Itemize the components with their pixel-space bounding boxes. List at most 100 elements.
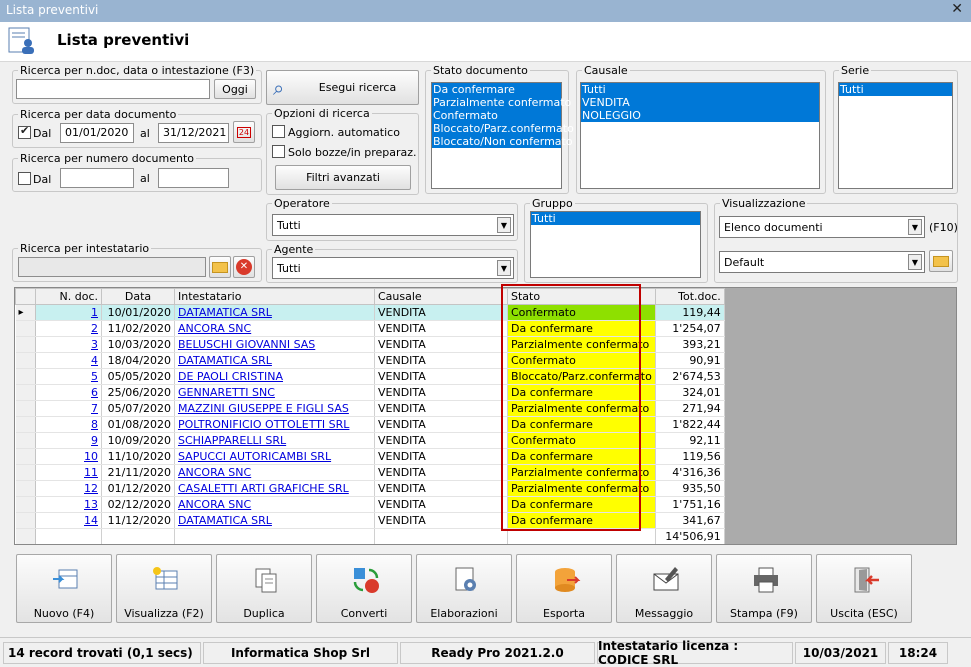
chevron-down-icon[interactable]: ▼	[497, 217, 511, 233]
table-row[interactable]: 11 21/11/2020 ANCORA SNC VENDITA Parzialment…	[15, 464, 725, 481]
table-row[interactable]: 3 10/03/2020 BELUSCHI GIOVANNI SAS VENDITA P…	[15, 336, 725, 353]
documents-grid[interactable]: N. doc. Data Intestatario Causale Stato …	[14, 287, 957, 545]
nuovo-button[interactable]: Nuovo (F4)	[16, 554, 112, 623]
row-selector[interactable]	[15, 320, 36, 337]
cell-ndoc[interactable]: 12	[35, 480, 102, 497]
cell-intestatario[interactable]: SAPUCCI AUTORICAMBI SRL	[174, 448, 375, 465]
gruppo-list[interactable]: Tutti	[530, 211, 701, 278]
operatore-select[interactable]: Tutti ▼	[272, 214, 514, 236]
cell-intestatario[interactable]: DATAMATICA SRL	[174, 352, 375, 369]
date-from-input[interactable]: 01/01/2020	[60, 123, 134, 143]
visualizza-button[interactable]: Visualizza (F2)	[116, 554, 212, 623]
table-row[interactable]: 2 11/02/2020 ANCORA SNC VENDITA Da confermar…	[15, 320, 725, 337]
esegui-ricerca-button[interactable]: ⌕ Esegui ricerca	[266, 70, 419, 105]
chevron-down-icon[interactable]: ▼	[497, 260, 511, 276]
table-row[interactable]: 14 11/12/2020 DATAMATICA SRL VENDITA Da conf…	[15, 512, 725, 529]
table-row[interactable]: 4 18/04/2020 DATAMATICA SRL VENDITA Conferma…	[15, 352, 725, 369]
cell-ndoc[interactable]: 10	[35, 448, 102, 465]
cell-ndoc[interactable]: 6	[35, 384, 102, 401]
filtri-avanzati-button[interactable]: Filtri avanzati	[275, 165, 411, 190]
stampa-button[interactable]: Stampa (F9)	[716, 554, 812, 623]
number-to-input[interactable]	[158, 168, 229, 188]
chevron-down-icon[interactable]: ▼	[908, 254, 922, 270]
cell-intestatario[interactable]: SCHIAPPARELLI SRL	[174, 432, 375, 449]
row-selector[interactable]	[15, 480, 36, 497]
converti-button[interactable]: Converti	[316, 554, 412, 623]
table-row[interactable]: 13 02/12/2020 ANCORA SNC VENDITA Da conferma…	[15, 496, 725, 513]
row-selector[interactable]	[15, 448, 36, 465]
table-row[interactable]: 9 10/09/2020 SCHIAPPARELLI SRL VENDITA Confe…	[15, 432, 725, 449]
intestatario-browse-button[interactable]	[209, 256, 231, 278]
list-item[interactable]: NOLEGGIO	[581, 109, 819, 122]
list-item[interactable]: Parzialmente confermato	[432, 96, 571, 109]
row-selector[interactable]	[15, 384, 36, 401]
list-item[interactable]: Tutti	[839, 83, 952, 96]
cell-intestatario[interactable]: MAZZINI GIUSEPPE E FIGLI SAS	[174, 400, 375, 417]
table-row[interactable]: 7 05/07/2020 MAZZINI GIUSEPPE E FIGLI SAS V…	[15, 400, 725, 417]
col-intestatario-header[interactable]: Intestatario	[174, 288, 375, 305]
oggi-button[interactable]: Oggi	[214, 79, 256, 99]
cell-intestatario[interactable]: ANCORA SNC	[174, 496, 375, 513]
list-item[interactable]: Confermato	[432, 109, 561, 122]
table-row[interactable]: 8 01/08/2020 POLTRONIFICIO OTTOLETTI SRL VE…	[15, 416, 725, 433]
row-selector[interactable]	[15, 336, 36, 353]
table-row[interactable]: 10 11/10/2020 SAPUCCI AUTORICAMBI SRL VENDI…	[15, 448, 725, 465]
col-stato-header[interactable]: Stato	[507, 288, 656, 305]
cell-ndoc[interactable]: 1	[35, 304, 102, 321]
row-selector[interactable]	[15, 368, 36, 385]
col-data-header[interactable]: Data	[101, 288, 175, 305]
cell-ndoc[interactable]: 3	[35, 336, 102, 353]
chevron-down-icon[interactable]: ▼	[908, 219, 922, 235]
row-selector[interactable]	[15, 432, 36, 449]
cell-ndoc[interactable]: 9	[35, 432, 102, 449]
causale-list[interactable]: Tutti VENDITA NOLEGGIO	[580, 82, 820, 189]
agente-select[interactable]: Tutti ▼	[272, 257, 514, 279]
uscita-button[interactable]: Uscita (ESC)	[816, 554, 912, 623]
list-item[interactable]: Bloccato/Non confermato	[432, 135, 573, 148]
cell-intestatario[interactable]: DATAMATICA SRL	[174, 304, 375, 321]
cell-ndoc[interactable]: 5	[35, 368, 102, 385]
drafts-only-checkbox[interactable]	[272, 145, 285, 158]
list-item[interactable]: Bloccato/Parz.confermato	[432, 122, 574, 135]
list-item[interactable]: VENDITA	[581, 96, 819, 109]
cell-ndoc[interactable]: 2	[35, 320, 102, 337]
cell-intestatario[interactable]: BELUSCHI GIOVANNI SAS	[174, 336, 375, 353]
table-row[interactable]: 12 01/12/2020 CASALETTI ARTI GRAFICHE SRL V…	[15, 480, 725, 497]
number-filter-checkbox[interactable]	[18, 172, 31, 185]
col-totdoc-header[interactable]: Tot.doc.	[654, 288, 725, 305]
table-row[interactable]: ▸ 1 10/01/2020 DATAMATICA SRL VENDITA Conferm…	[15, 304, 725, 321]
doc-status-list[interactable]: Da confermare Parzialmente confermato Co…	[431, 82, 574, 189]
messaggio-button[interactable]: Messaggio	[616, 554, 712, 623]
duplica-button[interactable]: Duplica	[216, 554, 312, 623]
list-item[interactable]: Tutti	[531, 212, 700, 225]
cell-intestatario[interactable]: ANCORA SNC	[174, 320, 375, 337]
cell-ndoc[interactable]: 7	[35, 400, 102, 417]
cell-ndoc[interactable]: 14	[35, 512, 102, 529]
intestatario-clear-button[interactable]: ✕	[233, 256, 255, 278]
cell-intestatario[interactable]: GENNARETTI SNC	[174, 384, 375, 401]
cell-ndoc[interactable]: 11	[35, 464, 102, 481]
auto-update-checkbox[interactable]	[272, 125, 285, 138]
cell-ndoc[interactable]: 4	[35, 352, 102, 369]
cell-ndoc[interactable]: 8	[35, 416, 102, 433]
row-selector[interactable]	[15, 496, 36, 513]
col-causale-header[interactable]: Causale	[374, 288, 508, 305]
date-filter-checkbox[interactable]: ✔	[18, 124, 31, 139]
row-selector[interactable]: ▸	[15, 304, 36, 321]
list-item[interactable]: Tutti	[581, 83, 819, 96]
list-item[interactable]: Da confermare	[432, 83, 561, 96]
table-row[interactable]: 5 05/05/2020 DE PAOLI CRISTINA VENDITA Blocc…	[15, 368, 725, 385]
calendar-button[interactable]: 24	[233, 121, 255, 143]
number-from-input[interactable]	[60, 168, 134, 188]
date-to-input[interactable]: 31/12/2021	[158, 123, 229, 143]
cell-ndoc[interactable]: 13	[35, 496, 102, 513]
row-selector[interactable]	[15, 464, 36, 481]
row-selector[interactable]	[15, 416, 36, 433]
search-ndoc-input[interactable]	[16, 79, 210, 99]
layout-folder-button[interactable]	[929, 250, 953, 272]
intestatario-input[interactable]	[18, 257, 206, 277]
cell-intestatario[interactable]: CASALETTI ARTI GRAFICHE SRL	[174, 480, 375, 497]
cell-intestatario[interactable]: ANCORA SNC	[174, 464, 375, 481]
cell-intestatario[interactable]: DE PAOLI CRISTINA	[174, 368, 375, 385]
row-selector[interactable]	[15, 400, 36, 417]
